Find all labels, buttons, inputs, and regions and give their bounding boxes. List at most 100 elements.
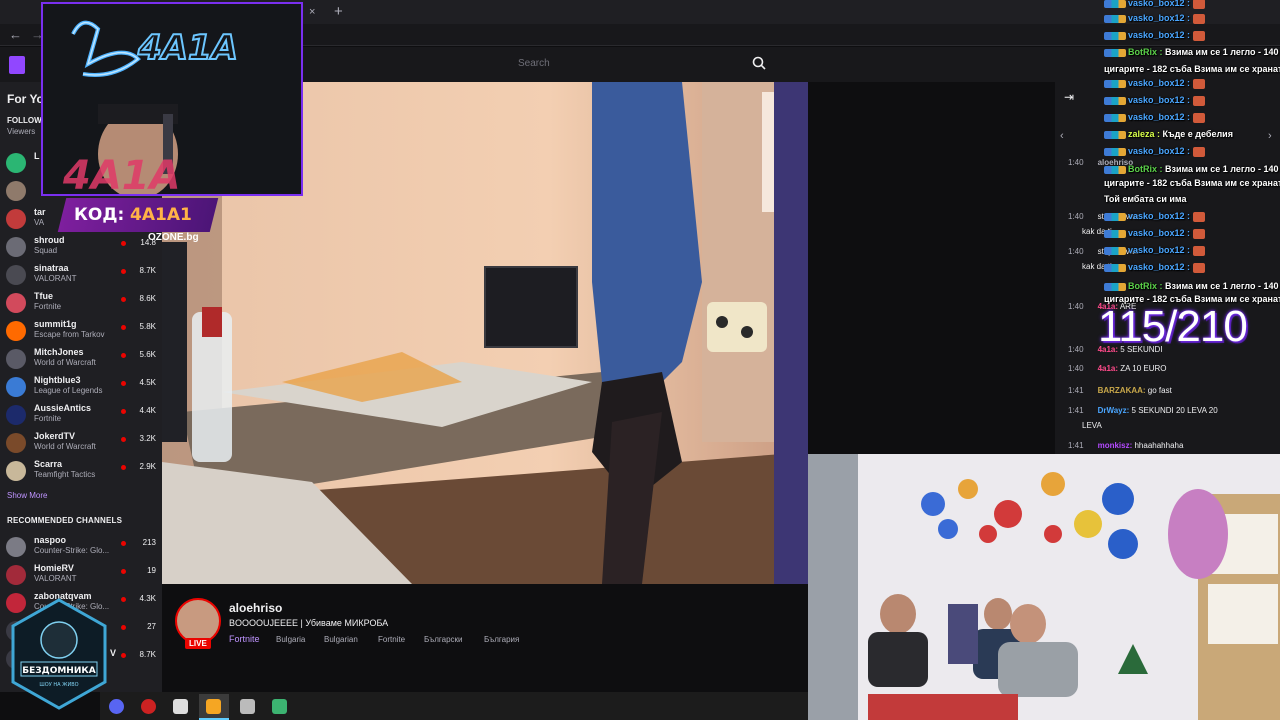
obs-icon[interactable] (206, 699, 221, 714)
live-dot (121, 269, 126, 274)
sidebar-channel[interactable]: naspoo Counter-Strike: Glo... 213 (6, 534, 156, 560)
sidebar-channel[interactable]: HomieRV VALORANT 19 (6, 562, 156, 588)
overlay-chat-text: Той ембата си има (1104, 194, 1187, 204)
channel-avatar (6, 265, 26, 285)
show-more-link[interactable]: Show More (7, 491, 47, 500)
overlay-chat-message: vasko_box12 : (1104, 13, 1206, 24)
chat-text: 5 SEKUNDI 20 LEVA 20 (1129, 406, 1218, 415)
chat-badges-icon (1104, 130, 1126, 139)
chat-username[interactable]: monkisz: (1098, 441, 1133, 450)
room-camera (808, 454, 1280, 720)
new-tab-button[interactable]: + (334, 3, 343, 20)
chat-timestamp: 1:40 (1068, 364, 1084, 373)
sponsor-label: OZONE.bg (148, 232, 199, 243)
chevron-right-icon[interactable]: › (1268, 130, 1272, 142)
tab-close-button[interactable]: × (309, 6, 315, 18)
channel-game: Escape from Tarkov (34, 330, 105, 339)
stream-game-link[interactable]: Fortnite (229, 634, 260, 644)
promo-code-label: КОД: (74, 205, 125, 225)
app-icon[interactable] (240, 699, 255, 714)
channel-name: AussieAntics (34, 403, 92, 413)
chat-text: ZA 10 EURO (1118, 364, 1167, 373)
discord-icon[interactable] (109, 699, 124, 714)
sidebar-channel[interactable]: AussieAntics Fortnite 4.4K (6, 402, 156, 428)
viewer-count: 2.9K (139, 462, 156, 471)
overlay-chat-username: vasko_box12 : (1128, 228, 1191, 238)
emote-icon (1193, 262, 1206, 273)
sidebar-channel[interactable]: Scarra Teamfight Tactics 2.9K (6, 458, 156, 484)
overlay-chat-username: BotRix : (1128, 281, 1163, 291)
channel-game: VALORANT (34, 274, 77, 283)
chat-timestamp: 1:40 (1068, 247, 1084, 256)
stream-tag[interactable]: Bulgarian (324, 635, 358, 644)
chat-username[interactable]: 4a1a: (1098, 364, 1118, 373)
overlay-chat-message: vasko_box12 : (1104, 262, 1206, 273)
app-icon[interactable] (141, 699, 156, 714)
live-dot (121, 653, 126, 658)
chat-badges-icon (1104, 96, 1126, 105)
channel-avatar (6, 209, 26, 229)
sidebar-channel[interactable]: Nightblue3 League of Legends 4.5K (6, 374, 156, 400)
svg-text:4A1A: 4A1A (137, 28, 238, 68)
app-icon[interactable] (272, 699, 287, 714)
sidebar-channel[interactable]: Tfue Fortnite 8.6K (6, 290, 156, 316)
sidebar-channel[interactable]: shroud Squad 14.8 (6, 234, 156, 260)
overlay-chat-text: Взима им се 1 легло - 140 с (1162, 164, 1280, 174)
live-dot (121, 297, 126, 302)
back-button[interactable]: ← (9, 27, 22, 42)
chat-message: LEVA (1068, 421, 1102, 430)
channel-avatar (6, 153, 26, 173)
sidebar-channel[interactable]: sinatraa VALORANT 8.7K (6, 262, 156, 288)
sidebar-channel[interactable]: summit1g Escape from Tarkov 5.8K (6, 318, 156, 344)
chat-timestamp: 1:40 (1068, 158, 1084, 167)
channel-game: VA (34, 218, 45, 227)
overlay-chat-message: vasko_box12 : (1104, 146, 1206, 157)
overlay-chat-username: vasko_box12 : (1128, 13, 1191, 23)
channel-avatar (6, 293, 26, 313)
search-input[interactable]: Search (518, 58, 550, 69)
channel-game: VALORANT (34, 574, 77, 583)
collapse-chat-icon[interactable]: ⇥ (1064, 90, 1074, 104)
chat-message: 1:41 BARZAKAA: go fast (1068, 386, 1172, 395)
overlay-chat-message: цигарите - 182 съба Взима им се хранат (1104, 64, 1280, 74)
chat-timestamp: 1:41 (1068, 441, 1084, 450)
channel-avatar (6, 237, 26, 257)
emote-icon (1193, 112, 1206, 123)
stream-tag[interactable]: Bulgaria (276, 635, 305, 644)
chat-username[interactable]: BARZAKAA: (1098, 386, 1146, 395)
emote-icon (1193, 146, 1206, 157)
svg-text:4A1A: 4A1A (62, 153, 181, 194)
emote-icon (1193, 228, 1206, 239)
stream-tag[interactable]: България (484, 635, 519, 644)
overlay-chat-text: Къде е дебелия (1160, 129, 1233, 139)
live-badge: LIVE (185, 638, 211, 649)
live-dot (121, 625, 126, 630)
live-dot (121, 541, 126, 546)
chat-badges-icon (1104, 48, 1126, 57)
sidebar-channel[interactable]: MitchJones World of Warcraft 5.6K (6, 346, 156, 372)
overlay-chat-text: Взима им се 1 легло - 140 с (1162, 47, 1280, 57)
show-logo-title: БЕЗДОМНИКА (22, 666, 95, 676)
stream-tag[interactable]: Български (424, 635, 463, 644)
search-icon[interactable] (752, 56, 766, 70)
viewer-count: 8.6K (139, 294, 156, 303)
chevron-left-icon[interactable]: ‹ (1060, 130, 1064, 142)
live-dot (121, 437, 126, 442)
viewer-count: 4.3K (139, 594, 156, 603)
emote-icon (1193, 245, 1206, 256)
sidebar-channel[interactable]: JokerdTV World of Warcraft 3.2K (6, 430, 156, 456)
channel-name: Scarra (34, 459, 63, 469)
overlay-chat-username: vasko_box12 : (1128, 146, 1191, 156)
emote-icon (1193, 0, 1206, 9)
gamepad-icon[interactable] (173, 699, 188, 714)
channel-avatar (6, 433, 26, 453)
stream-tag[interactable]: Fortnite (378, 635, 405, 644)
chat-badges-icon (1104, 0, 1126, 8)
recommended-heading: RECOMMENDED CHANNELS (7, 516, 123, 525)
chat-badges-icon (1104, 147, 1126, 156)
twitch-logo-icon[interactable] (9, 56, 25, 74)
viewer-count: 213 (142, 538, 156, 547)
chat-username[interactable]: DrWayz: (1098, 406, 1130, 415)
streamer-name[interactable]: aloehriso (229, 601, 282, 615)
overlay-chat-username: BotRix : (1128, 164, 1163, 174)
